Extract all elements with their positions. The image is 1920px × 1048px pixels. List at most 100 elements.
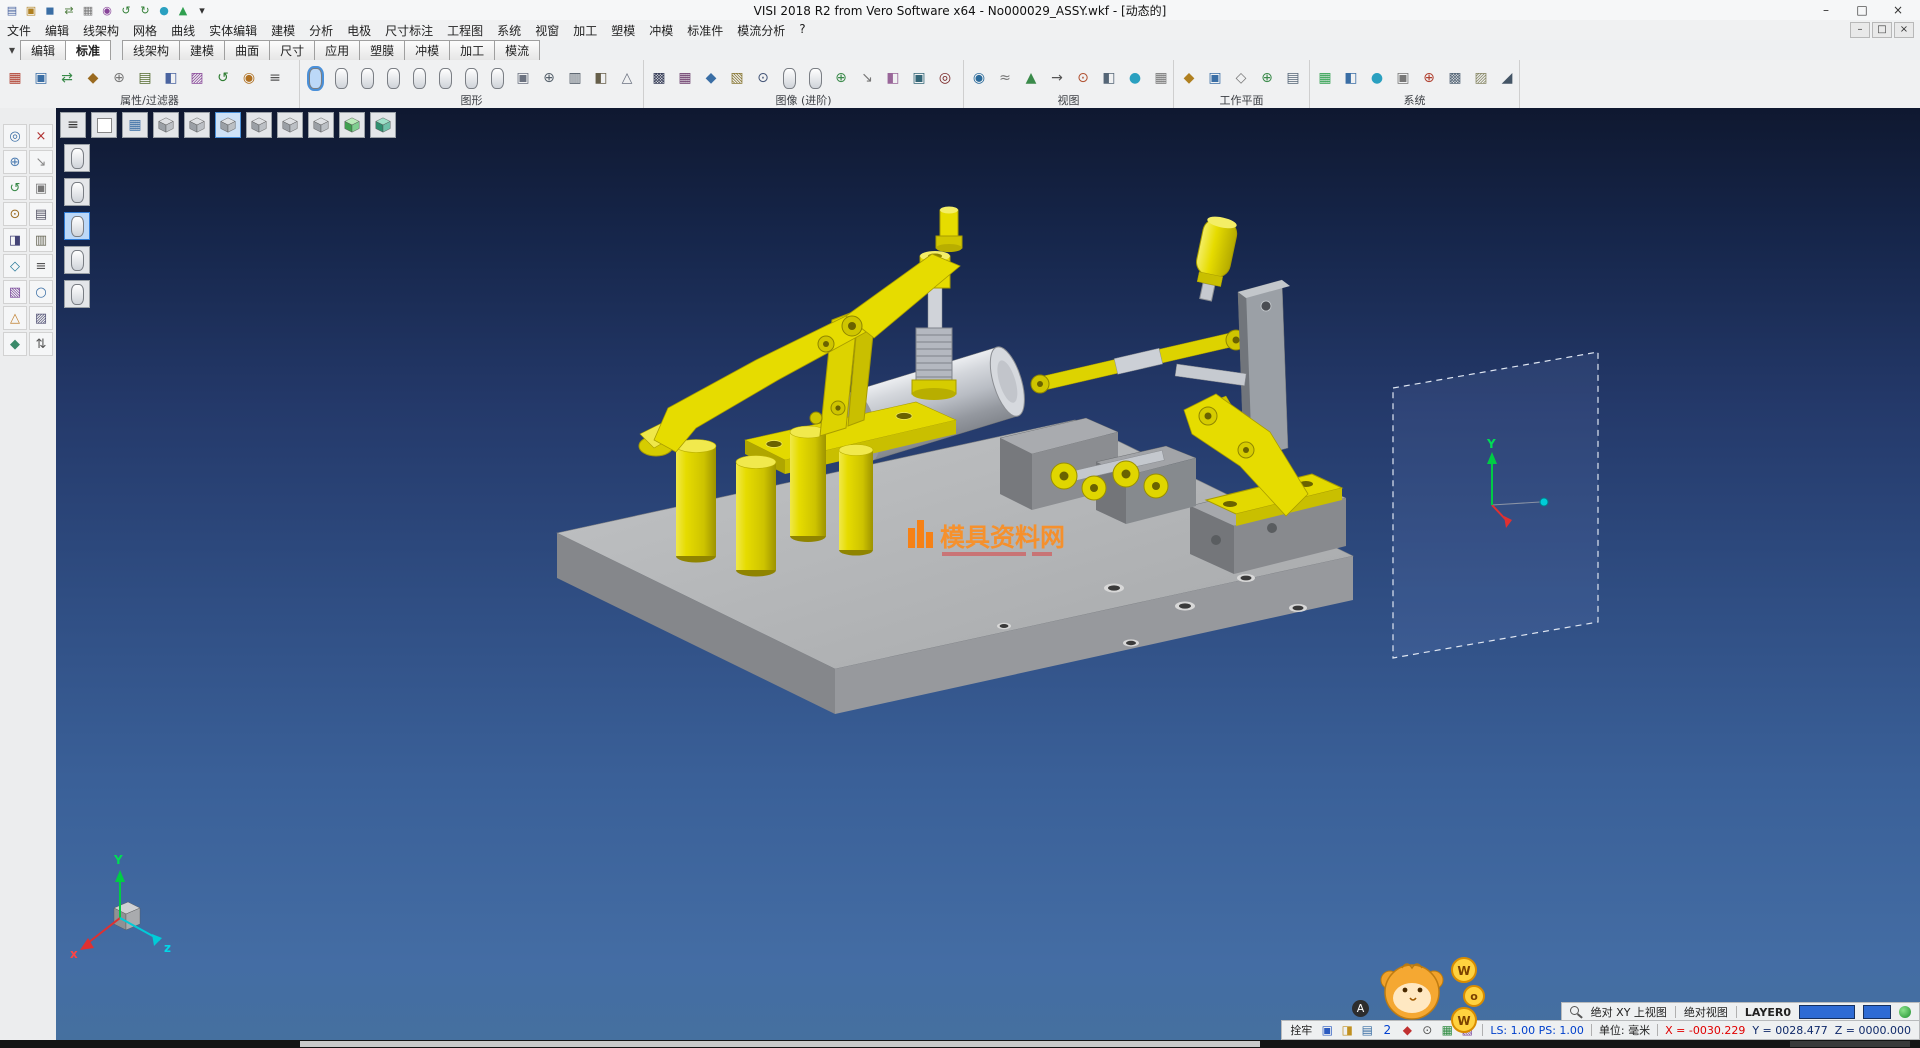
ribbon-icon-1-8[interactable]: ▣ [512,67,534,89]
ribbon-icon-5-4[interactable]: ⊕ [1418,67,1440,89]
ribbon-icon-3-1[interactable]: ≈ [994,67,1016,89]
selection-filter-button-1[interactable] [64,178,90,206]
ribbon-icon-1-10[interactable]: ▥ [564,67,586,89]
ribbon-icon-2-0[interactable]: ▩ [648,67,670,89]
view-cube-button-3[interactable] [153,112,179,138]
menu-item-18[interactable]: ? [792,21,812,40]
maximize-button[interactable]: □ [1844,1,1880,20]
tab-dropdown-icon[interactable]: ▾ [4,43,20,57]
ribbon-icon-1-3[interactable] [382,67,404,89]
menu-item-6[interactable]: 建模 [264,21,302,40]
ribbon-icon-2-8[interactable]: ↘ [856,67,878,89]
left-tool-icon-11[interactable]: ≡ [29,254,53,278]
tab-尺寸[interactable]: 尺寸 [269,40,315,61]
ribbon-icon-4-3[interactable]: ⊕ [1256,67,1278,89]
ribbon-icon-0-5[interactable]: ▤ [134,67,156,89]
mdi-close-button[interactable]: × [1894,22,1914,38]
ribbon-icon-1-9[interactable]: ⊕ [538,67,560,89]
tab-加工[interactable]: 加工 [449,40,495,61]
left-tool-icon-5[interactable]: ▣ [29,176,53,200]
ribbon-icon-1-2[interactable] [356,67,378,89]
menu-item-4[interactable]: 曲线 [164,21,202,40]
ribbon-icon-3-2[interactable]: ▲ [1020,67,1042,89]
menu-item-0[interactable]: 文件 [0,21,38,40]
ribbon-icon-2-4[interactable]: ⊙ [752,67,774,89]
left-tool-icon-12[interactable]: ▧ [3,280,27,304]
view-menu-button[interactable]: ≡ [60,112,86,138]
ribbon-icon-1-6[interactable] [460,67,482,89]
menu-item-13[interactable]: 加工 [566,21,604,40]
tab-线架构[interactable]: 线架构 [122,40,180,61]
left-tool-icon-6[interactable]: ⊙ [3,202,27,226]
menu-item-8[interactable]: 电极 [340,21,378,40]
view-cube-button-9[interactable] [339,112,365,138]
save-icon[interactable]: ◼ [42,2,58,18]
ribbon-icon-1-11[interactable]: ◧ [590,67,612,89]
ribbon-icon-3-7[interactable]: ▦ [1150,67,1169,89]
left-tool-icon-15[interactable]: ▨ [29,306,53,330]
view-cube-button-6[interactable] [246,112,272,138]
tab-曲面[interactable]: 曲面 [224,40,270,61]
avatar-badge[interactable]: A [1352,1000,1369,1017]
ribbon-icon-3-6[interactable]: ● [1124,67,1146,89]
ribbon-icon-3-5[interactable]: ◧ [1098,67,1120,89]
lock-label[interactable]: 拴牢 [1290,1022,1312,1038]
render-icon[interactable]: ▲ [175,2,191,18]
ribbon-icon-0-2[interactable]: ⇄ [56,67,78,89]
left-tool-icon-13[interactable]: ○ [29,280,53,304]
ribbon-icon-2-5[interactable] [778,67,800,89]
ribbon-icon-4-4[interactable]: ▤ [1282,67,1304,89]
ribbon-icon-1-12[interactable]: △ [616,67,638,89]
clamp-handle-knob[interactable] [1189,214,1240,303]
view-cube-button-7[interactable] [277,112,303,138]
menu-item-17[interactable]: 模流分析 [730,21,792,40]
ribbon-icon-1-5[interactable] [434,67,456,89]
menu-item-16[interactable]: 标准件 [680,21,730,40]
color-swatch[interactable] [1799,1005,1855,1019]
tab-冲模[interactable]: 冲模 [404,40,450,61]
horizontal-scrollbar[interactable] [0,1040,1920,1048]
ribbon-icon-1-0[interactable] [304,67,326,89]
new-icon[interactable]: ▤ [4,2,20,18]
selection-filter-button-4[interactable] [64,280,90,308]
mdi-restore-button[interactable]: □ [1872,22,1892,38]
minimize-button[interactable]: – [1808,1,1844,20]
left-tool-icon-14[interactable]: △ [3,306,27,330]
tab-建模[interactable]: 建模 [179,40,225,61]
tab-应用[interactable]: 应用 [314,40,360,61]
scale-label[interactable]: LS: 1.00 PS: 1.00 [1490,1024,1584,1037]
left-tool-icon-2[interactable]: ⊕ [3,150,27,174]
tab-编辑[interactable]: 编辑 [20,40,66,61]
import-export-icon[interactable]: ⇄ [61,2,77,18]
ribbon-icon-0-4[interactable]: ⊕ [108,67,130,89]
tab-塑膜[interactable]: 塑膜 [359,40,405,61]
ribbon-icon-5-3[interactable]: ▣ [1392,67,1414,89]
view-cube-button-4[interactable] [184,112,210,138]
current-view-label[interactable]: 绝对 XY 上视图 [1591,1004,1667,1020]
selection-filter-button-0[interactable] [64,144,90,172]
linestyle-swatch[interactable] [1863,1005,1891,1019]
search-icon[interactable] [1570,1006,1583,1019]
ribbon-icon-0-7[interactable]: ▨ [186,67,208,89]
center-blocks[interactable] [1000,418,1196,524]
ribbon-icon-3-0[interactable]: ◉ [968,67,990,89]
redo-icon[interactable]: ↻ [137,2,153,18]
view-blank-button[interactable] [91,112,117,138]
ribbon-icon-4-1[interactable]: ▣ [1204,67,1226,89]
ribbon-icon-3-3[interactable]: → [1046,67,1068,89]
menu-item-15[interactable]: 冲模 [642,21,680,40]
menu-item-12[interactable]: 视窗 [528,21,566,40]
menu-item-1[interactable]: 编辑 [38,21,76,40]
scrollbar-thumb[interactable] [300,1041,1260,1047]
menu-item-14[interactable]: 塑模 [604,21,642,40]
tab-模流[interactable]: 模流 [494,40,540,61]
status-icon-0[interactable]: ▣ [1319,1022,1335,1038]
menu-item-9[interactable]: 尺寸标注 [378,21,440,40]
undo-icon[interactable]: ↺ [118,2,134,18]
graphics-viewport[interactable]: ≡▦ [56,108,1920,1040]
ribbon-icon-4-0[interactable]: ◆ [1178,67,1200,89]
units-label[interactable]: 单位: 毫米 [1599,1022,1650,1038]
preview-icon[interactable]: ◉ [99,2,115,18]
menu-item-5[interactable]: 实体编辑 [202,21,264,40]
ribbon-icon-0-8[interactable]: ↺ [212,67,234,89]
